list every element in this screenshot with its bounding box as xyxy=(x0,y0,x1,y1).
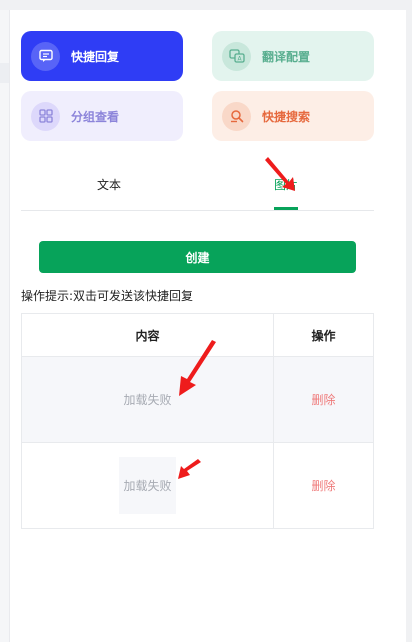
content-tabs: 文本 图片 xyxy=(21,170,374,211)
delete-button[interactable]: 删除 xyxy=(311,391,335,408)
image-load-failed: 加载失败 xyxy=(123,479,172,493)
content-cell[interactable]: 加载失败 xyxy=(22,443,274,528)
operation-hint: 操作提示:双击可发送该快捷回复 xyxy=(21,289,194,303)
group-view-label: 分组查看 xyxy=(71,109,120,124)
quick-search-button[interactable]: 快捷搜索 xyxy=(212,91,374,141)
annotation-arrow-icon xyxy=(265,157,295,191)
ops-cell: 删除 xyxy=(274,357,373,442)
image-placeholder: 加载失败 xyxy=(119,457,176,514)
grid-icon xyxy=(31,101,60,131)
quick-reply-button[interactable]: 快捷回复 xyxy=(21,31,183,81)
left-gutter-mark xyxy=(0,63,9,83)
quick-reply-label: 快捷回复 xyxy=(71,49,120,64)
group-view-button[interactable]: 分组查看 xyxy=(21,91,183,141)
header-ops-label: 操作 xyxy=(311,328,336,343)
left-gutter xyxy=(0,10,10,642)
image-load-failed: 加载失败 xyxy=(123,393,172,407)
translate-config-button[interactable]: A 翻译配置 xyxy=(212,31,374,81)
top-bar xyxy=(0,0,412,10)
quick-search-label: 快捷搜索 xyxy=(262,109,311,124)
content-cell[interactable]: 加载失败 xyxy=(22,357,274,442)
tab-text[interactable]: 文本 xyxy=(97,170,121,210)
delete-button[interactable]: 删除 xyxy=(311,477,335,494)
header-content: 内容 xyxy=(22,314,274,356)
translate-icon: A xyxy=(222,41,251,71)
annotation-arrow-icon xyxy=(178,459,201,479)
translate-config-label: 翻译配置 xyxy=(262,49,311,64)
search-icon xyxy=(222,101,251,131)
ops-cell: 删除 xyxy=(274,443,373,528)
header-ops: 操作 xyxy=(274,314,373,356)
create-button[interactable]: 创建 xyxy=(39,241,356,273)
chat-icon xyxy=(31,41,60,71)
annotation-arrow-icon xyxy=(179,340,216,396)
active-tab-indicator xyxy=(274,207,298,210)
header-content-label: 内容 xyxy=(135,328,160,343)
right-scrollbar[interactable] xyxy=(406,10,412,642)
